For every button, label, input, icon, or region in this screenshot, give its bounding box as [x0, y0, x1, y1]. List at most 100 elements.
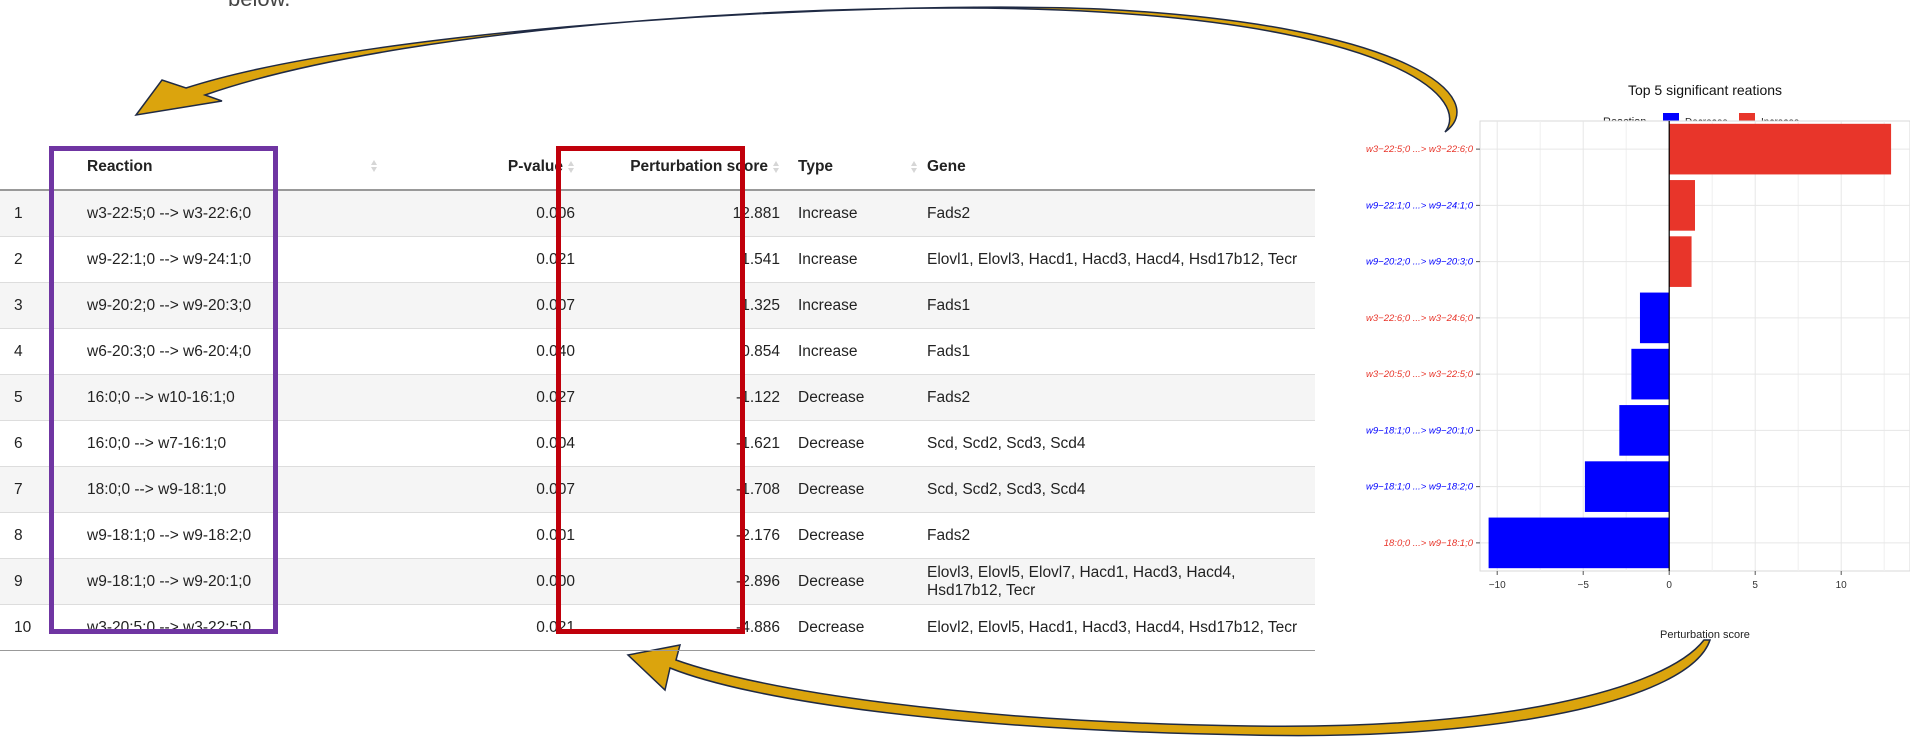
score-cell: -1.621 [589, 420, 790, 467]
table-row[interactable]: 10 w3-20:5;0 --> w3-22:5;0 0.021 -4.886 Decr… [0, 604, 1315, 651]
table-row[interactable]: 2 w9-22:1;0 --> w9-24:1;0 0.021 1.541 Increa… [0, 236, 1315, 283]
score-cell: -4.886 [589, 604, 790, 651]
y-category-label: w9−22:1;0 ...> w9−24:1;0 [1366, 200, 1474, 211]
gene-cell: Elovl3, Elovl5, Elovl7, Hacd1, Hacd3, Ha… [927, 558, 1315, 605]
reaction-cell: w9-18:1;0 --> w9-18:2;0 [71, 512, 358, 559]
y-category-label: 18:0;0 ...> w9−18:1;0 [1384, 538, 1474, 549]
type-cell: Decrease [790, 512, 927, 559]
bar-increase [1669, 180, 1695, 231]
chart-title: Top 5 significant reations [1628, 82, 1782, 98]
score-cell: 1.325 [589, 282, 790, 329]
reaction-cell: w9-22:1;0 --> w9-24:1;0 [71, 236, 358, 283]
bar-decrease [1639, 292, 1670, 344]
pvalue-cell: 0.040 [358, 328, 589, 375]
y-category-label: w3−22:6;0 ...> w3−24:6;0 [1366, 313, 1474, 324]
top-curved-arrow [134, 6, 1458, 133]
table-header-row: Reaction P-value Perturbation score Type… [0, 145, 1315, 191]
reaction-cell: 16:0;0 --> w10-16:1;0 [71, 374, 358, 421]
score-cell: 1.541 [589, 236, 790, 283]
x-tick-label: 5 [1752, 580, 1758, 591]
top-reactions-bar-chart: Top 5 significant reations Reaction Decr… [1366, 82, 1910, 641]
x-tick-label: −5 [1577, 580, 1589, 591]
x-tick-label: 10 [1836, 580, 1848, 591]
type-cell: Decrease [790, 558, 927, 605]
pvalue-cell: 0.006 [358, 189, 589, 237]
type-cell: Decrease [790, 420, 927, 467]
gene-cell: Elovl1, Elovl3, Hacd1, Hacd3, Hacd4, Hsd… [927, 236, 1315, 283]
row-index: 8 [0, 512, 71, 559]
pvalue-cell: 0.007 [358, 282, 589, 329]
x-tick-label: −10 [1489, 580, 1506, 591]
table-row[interactable]: 3 w9-20:2;0 --> w9-20:3;0 0.007 1.325 Increa… [0, 282, 1315, 329]
header-type-label: Type [798, 158, 834, 175]
y-category-label: w9−20:2;0 ...> w9−20:3;0 [1366, 257, 1474, 268]
table-row[interactable]: 7 18:0;0 --> w9-18:1;0 0.007 -1.708 Decrease… [0, 466, 1315, 513]
pvalue-cell: 0.021 [358, 604, 589, 651]
gene-cell: Fads2 [927, 189, 1315, 237]
table-row[interactable]: 1 w3-22:5;0 --> w3-22:6;0 0.006 12.881 Incre… [0, 189, 1315, 237]
gene-cell: Scd, Scd2, Scd3, Scd4 [927, 466, 1315, 513]
table-row[interactable]: 5 16:0;0 --> w10-16:1;0 0.027 -1.122 Decreas… [0, 374, 1315, 421]
row-index: 4 [0, 328, 71, 375]
row-index: 9 [0, 558, 71, 605]
header-reaction[interactable]: Reaction [71, 145, 377, 191]
gene-cell: Fads2 [927, 374, 1315, 421]
bar-decrease [1631, 348, 1670, 400]
x-tick-label: 0 [1666, 580, 1672, 591]
row-index: 7 [0, 466, 71, 513]
reaction-cell: w9-20:2;0 --> w9-20:3;0 [71, 282, 358, 329]
type-cell: Decrease [790, 374, 927, 421]
score-cell: -2.176 [589, 512, 790, 559]
header-pvalue-label: P-value [507, 158, 563, 175]
type-cell: Decrease [790, 466, 927, 513]
type-cell: Increase [790, 236, 927, 283]
y-category-label: w9−18:1;0 ...> w9−20:1;0 [1366, 425, 1474, 436]
bar-decrease [1619, 405, 1670, 456]
y-category-label: w3−20:5;0 ...> w3−22:5;0 [1366, 369, 1474, 380]
row-index: 5 [0, 374, 71, 421]
reaction-cell: 16:0;0 --> w7-16:1;0 [71, 420, 358, 467]
results-table: Reaction P-value Perturbation score Type… [0, 145, 1315, 651]
reaction-cell: w3-20:5;0 --> w3-22:5;0 [71, 604, 358, 651]
row-index: 10 [0, 604, 71, 651]
sort-icon[interactable] [568, 160, 575, 173]
pvalue-cell: 0.000 [358, 558, 589, 605]
header-gene: Gene [927, 145, 1315, 191]
pvalue-cell: 0.007 [358, 466, 589, 513]
type-cell: Decrease [790, 604, 927, 651]
header-pvalue[interactable]: P-value [358, 145, 589, 191]
y-category-label: w3−22:5;0 ...> w3−22:6;0 [1366, 144, 1474, 155]
score-cell: 12.881 [589, 189, 790, 237]
bar-decrease [1488, 517, 1670, 569]
bar-increase [1669, 123, 1892, 175]
table-row[interactable]: 6 16:0;0 --> w7-16:1;0 0.004 -1.621 Decrease… [0, 420, 1315, 467]
score-cell: -1.708 [589, 466, 790, 513]
score-cell: -1.122 [589, 374, 790, 421]
row-index: 1 [0, 189, 71, 237]
score-cell: 0.854 [589, 328, 790, 375]
y-category-label: w9−18:1;0 ...> w9−18:2;0 [1366, 482, 1474, 493]
gene-cell: Scd, Scd2, Scd3, Scd4 [927, 420, 1315, 467]
header-perturbation-score[interactable]: Perturbation score [589, 145, 790, 191]
type-cell: Increase [790, 189, 927, 237]
reaction-cell: w9-18:1;0 --> w9-20:1;0 [71, 558, 358, 605]
bar-decrease [1584, 461, 1670, 512]
header-score-label: Perturbation score [630, 158, 768, 175]
bar-increase [1669, 236, 1692, 287]
row-index: 6 [0, 420, 71, 467]
table-row[interactable]: 4 w6-20:3;0 --> w6-20:4;0 0.040 0.854 Increa… [0, 328, 1315, 375]
chart-x-axis-label: Perturbation score [1660, 629, 1750, 641]
row-index: 2 [0, 236, 71, 283]
reaction-cell: 18:0;0 --> w9-18:1;0 [71, 466, 358, 513]
pvalue-cell: 0.004 [358, 420, 589, 467]
gene-cell: Elovl2, Elovl5, Hacd1, Hacd3, Hacd4, Hsd… [927, 604, 1315, 651]
sort-icon[interactable] [773, 160, 780, 173]
table-row[interactable]: 9 w9-18:1;0 --> w9-20:1;0 0.000 -2.896 Decre… [0, 558, 1315, 605]
gene-cell: Fads1 [927, 282, 1315, 329]
table-row[interactable]: 8 w9-18:1;0 --> w9-18:2;0 0.001 -2.176 Decre… [0, 512, 1315, 559]
score-cell: -2.896 [589, 558, 790, 605]
chart-plot-area: −10 −5 0 5 10 w3−22:5;0 ...> w3−22:6;0 w9−22:1… [1366, 120, 1910, 591]
header-type[interactable]: Type [790, 145, 927, 191]
sort-icon[interactable] [911, 160, 918, 173]
gene-cell: Fads2 [927, 512, 1315, 559]
